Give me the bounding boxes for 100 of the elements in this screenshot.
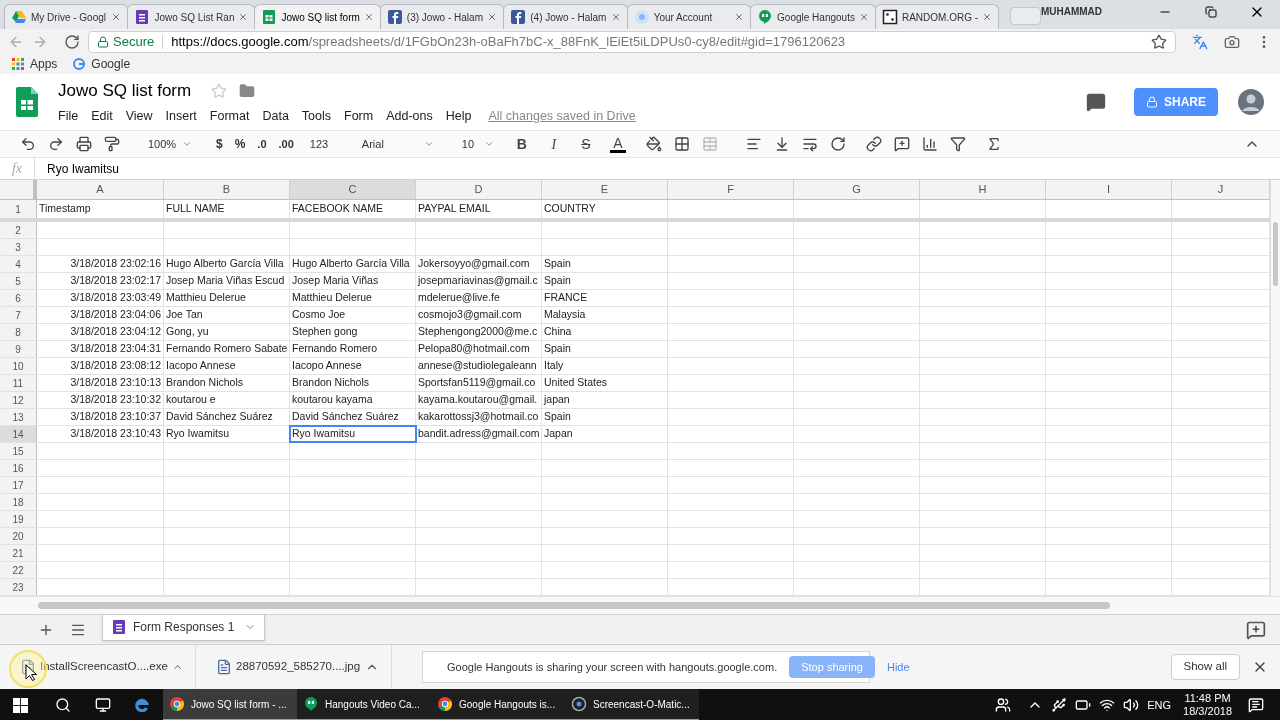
- vertical-scrollbar[interactable]: [1273, 222, 1278, 286]
- taskbar-app[interactable]: Screencast-O-Matic...: [565, 689, 699, 720]
- wifi-icon[interactable]: [1099, 697, 1116, 713]
- table-cell[interactable]: Matthieu Delerue: [164, 290, 290, 306]
- table-cell[interactable]: China: [542, 324, 668, 340]
- percent-button[interactable]: %: [234, 135, 246, 153]
- increase-decimal-button[interactable]: .00: [278, 135, 294, 153]
- language-indicator[interactable]: ENG: [1147, 696, 1172, 714]
- table-cell[interactable]: Pelopa80@hotmail.com: [416, 341, 542, 357]
- row-header[interactable]: 14: [0, 426, 37, 442]
- table-cell[interactable]: 3/18/2018 23:02:16: [37, 256, 164, 272]
- taskbar-app[interactable]: Hangouts Video Ca...: [297, 689, 431, 720]
- table-cell[interactable]: Iacopo Annese: [290, 358, 416, 374]
- table-cell[interactable]: 3/18/2018 23:04:06: [37, 307, 164, 323]
- tab-close-icon[interactable]: [487, 12, 498, 22]
- bookmark-link[interactable]: Google: [73, 55, 131, 73]
- row-header[interactable]: 1: [0, 200, 37, 218]
- menu-item[interactable]: Data: [262, 107, 289, 127]
- tab-close-icon[interactable]: [238, 12, 249, 22]
- table-cell[interactable]: cosmojo3@gmail.com: [416, 307, 542, 323]
- table-cell[interactable]: josepmariavinas@gmail.c: [416, 273, 542, 289]
- decrease-decimal-button[interactable]: .0: [257, 135, 267, 153]
- formula-field[interactable]: Ryo Iwamitsu: [34, 158, 1280, 179]
- column-header[interactable]: G: [794, 180, 920, 199]
- table-cell[interactable]: bandit.adress@gmail.com: [416, 426, 542, 442]
- row-header[interactable]: 17: [0, 477, 37, 493]
- table-cell[interactable]: kakarottossj3@hotmail.co: [416, 409, 542, 425]
- row-header[interactable]: 21: [0, 545, 37, 561]
- document-title[interactable]: Jowo SQ list form: [58, 77, 192, 104]
- format-button[interactable]: A: [609, 135, 626, 153]
- volume-icon[interactable]: [1123, 697, 1140, 713]
- column-header[interactable]: D: [416, 180, 542, 199]
- table-cell[interactable]: Josep Maria Viñas Escud: [164, 273, 290, 289]
- table-cell[interactable]: COUNTRY: [542, 200, 668, 218]
- table-cell[interactable]: 3/18/2018 23:10:13: [37, 375, 164, 391]
- table-cell[interactable]: Timestamp: [37, 200, 164, 218]
- row-header[interactable]: 6: [0, 290, 37, 306]
- horizontal-scrollbar[interactable]: [38, 602, 1110, 609]
- usb-icon[interactable]: [1051, 697, 1068, 713]
- table-cell[interactable]: Ryo Iwamitsu: [290, 426, 416, 442]
- taskbar-app[interactable]: Google Hangouts is...: [431, 689, 565, 720]
- format-button[interactable]: S: [577, 133, 594, 155]
- filter-icon[interactable]: [949, 136, 966, 152]
- tab-close-icon[interactable]: [610, 12, 621, 22]
- table-cell[interactable]: Ryo Iwamitsu: [164, 426, 290, 442]
- row-header[interactable]: 20: [0, 528, 37, 544]
- table-cell[interactable]: Joe Tan: [164, 307, 290, 323]
- explore-icon[interactable]: [1246, 619, 1266, 640]
- show-all-button[interactable]: Show all: [1170, 654, 1240, 680]
- table-cell[interactable]: FACEBOOK NAME: [290, 200, 416, 218]
- sheet-tab[interactable]: Form Responses 1: [102, 614, 266, 641]
- restore-icon[interactable]: [1205, 6, 1218, 18]
- table-cell[interactable]: FRANCE: [542, 290, 668, 306]
- comment-icon[interactable]: [893, 136, 910, 152]
- notifications-icon[interactable]: [1248, 697, 1264, 713]
- table-cell[interactable]: japan: [542, 392, 668, 408]
- table-cell[interactable]: David Sánchez Suárez: [164, 409, 290, 425]
- table-cell[interactable]: 3/18/2018 23:04:12: [37, 324, 164, 340]
- row-header[interactable]: 4: [0, 256, 37, 272]
- zoom-dropdown[interactable]: 100%: [144, 135, 196, 153]
- edge-icon[interactable]: [133, 696, 151, 714]
- table-cell[interactable]: Cosmo Joe: [290, 307, 416, 323]
- table-cell[interactable]: Matthieu Delerue: [290, 290, 416, 306]
- menu-item[interactable]: Insert: [165, 107, 197, 127]
- browser-tab[interactable]: Jowo SQ list form: [254, 4, 381, 29]
- menu-item[interactable]: Add-ons: [386, 107, 433, 127]
- row-header[interactable]: 10: [0, 358, 37, 374]
- currency-button[interactable]: $: [216, 135, 223, 153]
- format-button[interactable]: B: [513, 133, 530, 155]
- reload-icon[interactable]: [64, 33, 80, 50]
- column-header[interactable]: I: [1046, 180, 1172, 199]
- table-cell[interactable]: United States: [542, 375, 668, 391]
- table-cell[interactable]: Stephengong2000@me.c: [416, 324, 542, 340]
- row-header[interactable]: 23: [0, 579, 37, 595]
- browser-tab[interactable]: RANDOM.ORG -: [874, 4, 1000, 29]
- browser-tab[interactable]: Your Account: [626, 4, 752, 29]
- row-header[interactable]: 15: [0, 443, 37, 459]
- column-header[interactable]: F: [668, 180, 794, 199]
- table-cell[interactable]: 3/18/2018 23:10:37: [37, 409, 164, 425]
- menu-item[interactable]: Edit: [91, 107, 113, 127]
- font-dropdown[interactable]: Arial: [357, 135, 438, 153]
- format-button[interactable]: I: [545, 133, 562, 155]
- row-header[interactable]: 5: [0, 273, 37, 289]
- menu-item[interactable]: Format: [209, 107, 250, 127]
- chart-icon[interactable]: [921, 136, 938, 152]
- borders-icon[interactable]: [673, 136, 690, 152]
- row-header[interactable]: 12: [0, 392, 37, 408]
- tab-close-icon[interactable]: [111, 12, 122, 22]
- taskbar-app[interactable]: Jowo SQ list form - ...: [163, 689, 297, 720]
- table-cell[interactable]: annese@studiolegaleann: [416, 358, 542, 374]
- search-icon[interactable]: [55, 697, 71, 713]
- print-icon[interactable]: [76, 136, 92, 152]
- table-cell[interactable]: Spain: [542, 341, 668, 357]
- browser-tab[interactable]: Jowo SQ List Ran: [127, 4, 256, 29]
- text-wrap-icon[interactable]: [801, 136, 818, 152]
- table-cell[interactable]: koutarou e: [164, 392, 290, 408]
- camera-icon[interactable]: [1224, 33, 1240, 50]
- row-header[interactable]: 8: [0, 324, 37, 340]
- task-view-icon[interactable]: [95, 697, 111, 713]
- table-cell[interactable]: kayama.koutarou@gmail.: [416, 392, 542, 408]
